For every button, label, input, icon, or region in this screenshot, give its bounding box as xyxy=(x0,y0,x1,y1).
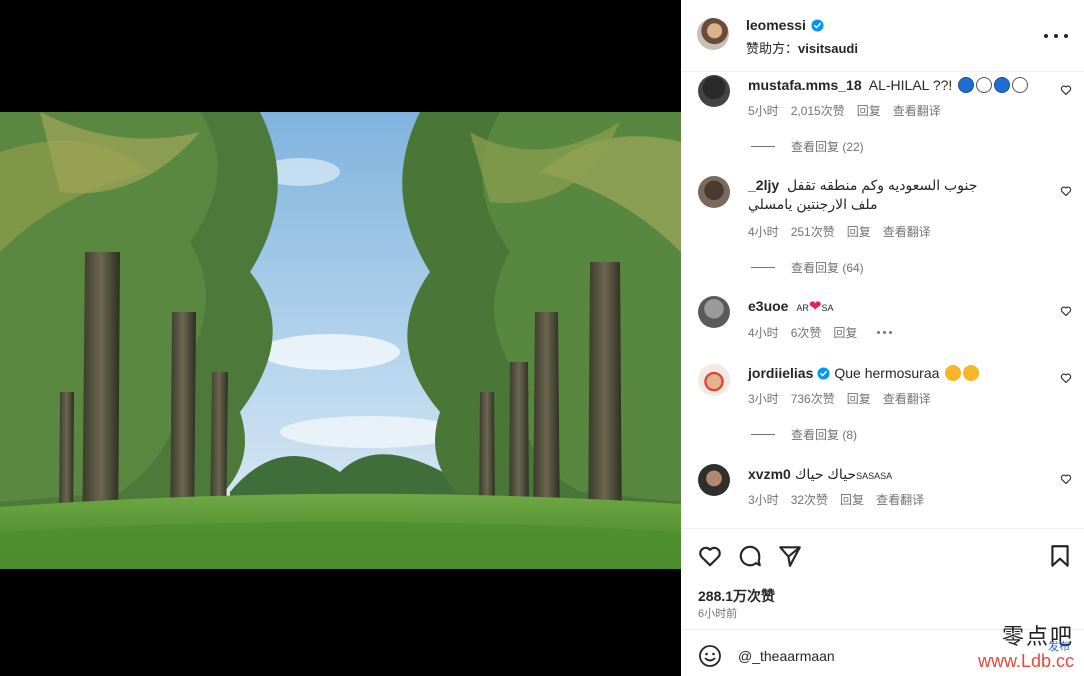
more-options-button[interactable] xyxy=(1044,26,1068,46)
flag-tag-left: AR xyxy=(796,303,809,313)
view-replies-label: 查看回复 (8) xyxy=(791,428,858,442)
more-dot-icon xyxy=(1054,34,1058,38)
sponsor-line: 赞助方：visitsaudi xyxy=(746,38,858,57)
more-dot-icon xyxy=(1044,34,1048,38)
comment-meta: 3小时 32次赞 回复 查看翻译 xyxy=(748,491,924,508)
comment-likes[interactable]: 251次赞 xyxy=(791,223,835,240)
comment-like-heart-icon[interactable] xyxy=(1060,185,1072,197)
commenter-username[interactable]: xvzm0 xyxy=(748,466,791,482)
post-actions: 288.1万次赞 6小时前 xyxy=(681,528,1084,629)
commenter-username[interactable]: jordiielias xyxy=(748,365,813,381)
reply-button[interactable]: 回复 xyxy=(857,102,881,119)
star-struck-emoji-icon xyxy=(945,365,962,381)
comment-like-heart-icon[interactable] xyxy=(1060,84,1072,96)
reply-button[interactable]: 回复 xyxy=(847,390,871,407)
comment-meta: 3小时 736次赞 回复 查看翻译 xyxy=(748,390,931,407)
author-avatar[interactable] xyxy=(697,18,729,50)
like-heart-icon[interactable] xyxy=(697,543,723,569)
comment-like-heart-icon[interactable] xyxy=(1060,372,1072,384)
translate-button[interactable]: 查看翻译 xyxy=(893,102,941,119)
replies-line xyxy=(751,267,775,268)
replies-line xyxy=(751,146,775,147)
comment-meta: 4小时 251次赞 回复 查看翻译 xyxy=(748,223,931,240)
comment-text: xvzm0 حياك حياكSASASA xyxy=(748,465,1048,486)
view-replies-button[interactable]: 查看回复 (8) xyxy=(751,426,857,443)
blue-circle-emoji-icon xyxy=(994,77,1011,93)
comment-text: e3uoe AR❤SA xyxy=(748,297,1048,318)
comment-likes[interactable]: 736次赞 xyxy=(791,390,835,407)
translate-button[interactable]: 查看翻译 xyxy=(883,390,931,407)
comment-time: 3小时 xyxy=(748,392,779,406)
comment-text: mustafa.mms_18 AL-HILAL ??! xyxy=(748,76,1048,95)
view-replies-button[interactable]: 查看回复 (64) xyxy=(751,259,864,276)
white-circle-emoji-icon xyxy=(1012,77,1029,93)
author-username[interactable]: leomessi xyxy=(746,17,806,33)
emoji-smiley-icon[interactable] xyxy=(698,644,722,668)
comment-like-heart-icon[interactable] xyxy=(1060,473,1072,485)
comment-content: Que hermosuraa xyxy=(834,365,940,381)
comments-list[interactable]: mustafa.mms_18 AL-HILAL ??! 5小时 2,015次赞 … xyxy=(681,72,1084,528)
commenter-username[interactable]: _2ljy xyxy=(748,177,779,193)
post-photo[interactable] xyxy=(0,112,681,569)
comment-bubble-icon[interactable] xyxy=(737,543,763,569)
comment-like-heart-icon[interactable] xyxy=(1060,305,1072,317)
comment-meta: 5小时 2,015次赞 回复 查看翻译 xyxy=(748,102,941,119)
view-replies-button[interactable]: 查看回复 (22) xyxy=(751,138,864,155)
red-heart-emoji-icon: ❤ xyxy=(808,298,822,315)
comment-time: 4小时 xyxy=(748,326,779,340)
save-bookmark-icon[interactable] xyxy=(1047,543,1073,569)
palm-grove-image xyxy=(0,112,681,569)
commenter-avatar[interactable] xyxy=(698,75,730,107)
white-circle-emoji-icon xyxy=(976,77,993,93)
verified-badge-icon xyxy=(817,367,830,380)
sponsor-name[interactable]: visitsaudi xyxy=(798,41,858,56)
post-header: leomessi 赞助方：visitsaudi xyxy=(681,0,1084,72)
comment-likes[interactable]: 2,015次赞 xyxy=(791,102,845,119)
sponsor-prefix: 赞助方： xyxy=(746,41,799,56)
likes-count[interactable]: 288.1万次赞 xyxy=(698,586,775,606)
comment-content: AL-HILAL ??! xyxy=(868,77,953,93)
commenter-username[interactable]: e3uoe xyxy=(748,298,788,314)
comment-text: jordiielias Que hermosuraa xyxy=(748,364,1048,383)
comment-options-button[interactable] xyxy=(877,331,893,334)
reply-button[interactable]: 回复 xyxy=(840,491,864,508)
watermark-tag: 发布 xyxy=(1048,641,1070,653)
view-replies-label: 查看回复 (64) xyxy=(791,261,864,275)
view-replies-label: 查看回复 (22) xyxy=(791,140,864,154)
star-struck-emoji-icon xyxy=(963,365,980,381)
commenter-avatar[interactable] xyxy=(698,296,730,328)
comment-content: جنوب السعوديه وكم منطقه تقفل ملف الارجنت… xyxy=(748,177,978,212)
reply-button[interactable]: 回复 xyxy=(847,223,871,240)
translate-button[interactable]: 查看翻译 xyxy=(883,223,931,240)
flag-tag-right: SA xyxy=(821,303,834,313)
author-username-row: leomessi xyxy=(746,17,824,33)
comment-time: 3小时 xyxy=(748,493,779,507)
comment-meta: 4小时 6次赞 回复 xyxy=(748,324,893,341)
commenter-avatar[interactable] xyxy=(698,176,730,208)
comment-content: حياك حياك xyxy=(794,466,857,482)
commenter-avatar[interactable] xyxy=(698,464,730,496)
comment-text: _2ljy جنوب السعوديه وكم منطقه تقفل ملف ا… xyxy=(748,176,988,214)
flag-tag: SASASA xyxy=(856,471,893,481)
comment-time: 4小时 xyxy=(748,225,779,239)
comment-likes[interactable]: 6次赞 xyxy=(791,324,822,341)
reply-button[interactable]: 回复 xyxy=(833,324,857,341)
comment-time: 5小时 xyxy=(748,104,779,118)
post-media xyxy=(0,0,681,676)
verified-badge-icon xyxy=(811,18,824,32)
commenter-username[interactable]: mustafa.mms_18 xyxy=(748,77,862,93)
comment-likes[interactable]: 32次赞 xyxy=(791,491,828,508)
watermark-url: www.Ldb.cc xyxy=(977,651,1074,671)
replies-line xyxy=(751,434,775,435)
post-time: 6小时前 xyxy=(698,608,738,620)
commenter-avatar[interactable] xyxy=(698,364,730,396)
post-panel: leomessi 赞助方：visitsaudi mustafa.mms_18 A… xyxy=(681,0,1084,676)
more-dot-icon xyxy=(1064,34,1068,38)
share-send-icon[interactable] xyxy=(777,543,803,569)
translate-button[interactable]: 查看翻译 xyxy=(876,491,924,508)
blue-circle-emoji-icon xyxy=(958,77,975,93)
